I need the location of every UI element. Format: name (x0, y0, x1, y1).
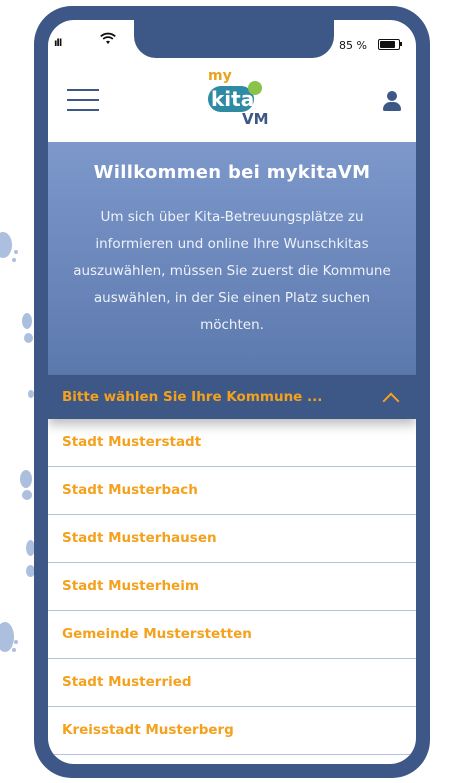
commune-option[interactable]: Gemeinde Musterstetten (48, 611, 416, 659)
battery-icon (378, 39, 400, 50)
battery-level (380, 41, 396, 48)
battery-percent: 85 % (339, 39, 367, 52)
commune-option[interactable]: Stadt Musterheim (48, 563, 416, 611)
chevron-up-icon (382, 392, 400, 410)
signal-icon: ıll (54, 38, 62, 49)
phone-notch (134, 20, 334, 58)
logo-vm-text: VM (242, 110, 269, 128)
commune-option-label: Gemeinde Musterstetten (62, 626, 252, 642)
phone-screen: ıll 85 % my kita VM Willkommen bei mykit… (48, 20, 416, 764)
commune-select-label: Bitte wählen Sie Ihre Kommune ... (62, 389, 323, 405)
commune-option[interactable]: Stadt Musterhausen (48, 515, 416, 563)
logo-kita-text: kita (211, 87, 255, 111)
commune-option-label: Stadt Musterheim (62, 578, 199, 594)
commune-option-label: Kreisstadt Musterberg (62, 722, 234, 738)
commune-select[interactable]: Bitte wählen Sie Ihre Kommune ... (48, 375, 416, 419)
commune-option-label: Stadt Musterbach (62, 482, 198, 498)
app-header: my kita VM (48, 58, 416, 142)
commune-option[interactable]: Kreisstadt Musterberg (48, 707, 416, 755)
hero-title: Willkommen bei mykitaVM (93, 162, 371, 183)
wifi-icon (100, 32, 116, 44)
mykitavm-logo[interactable]: my kita VM (196, 66, 276, 128)
commune-option-label: Stadt Musterried (62, 674, 192, 690)
battery-cap (400, 42, 402, 46)
commune-option[interactable]: Stadt Musterbach (48, 467, 416, 515)
logo-my-text: my (208, 68, 232, 84)
welcome-hero: Willkommen bei mykitaVM Um sich über Kit… (48, 142, 416, 375)
commune-option[interactable]: Stadt Musterried (48, 659, 416, 707)
hero-description: Um sich über Kita-Betreuungsplätze zu in… (73, 209, 391, 333)
commune-list: Stadt Musterstadt Stadt Musterbach Stadt… (48, 419, 416, 755)
user-icon[interactable] (382, 91, 402, 111)
commune-option[interactable]: Stadt Musterstadt (48, 419, 416, 467)
commune-option-label: Stadt Musterhausen (62, 530, 217, 546)
phone-frame: ıll 85 % my kita VM Willkommen bei mykit… (34, 6, 430, 778)
hamburger-menu-icon[interactable] (67, 88, 99, 112)
commune-option-label: Stadt Musterstadt (62, 434, 202, 450)
